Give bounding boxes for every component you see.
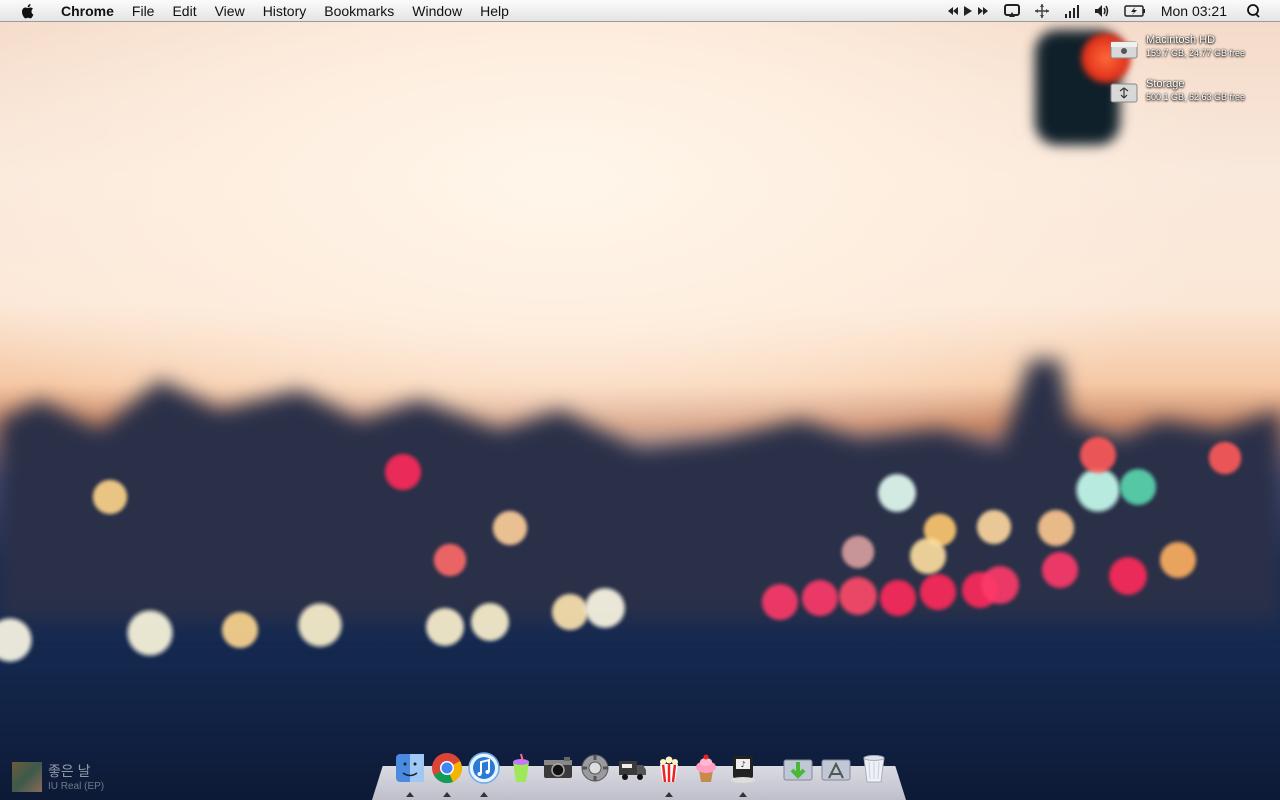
bokeh-light (837, 575, 879, 617)
volume-name: Macintosh HD (1146, 34, 1216, 46)
menubar-clock[interactable]: Mon 03:21 (1153, 3, 1239, 19)
camera-icon[interactable] (542, 752, 574, 784)
menu-bookmarks[interactable]: Bookmarks (315, 0, 403, 22)
menu-view[interactable]: View (206, 0, 254, 22)
status-area: Mon 03:21 (941, 0, 1280, 22)
svg-text:♪: ♪ (740, 760, 745, 769)
signal-bars-icon[interactable] (1057, 0, 1087, 22)
bokeh-light (424, 606, 466, 648)
airplay-icon[interactable] (997, 0, 1027, 22)
bokeh-light (975, 508, 1013, 546)
now-playing-widget: 좋은 날 IU Real (EP) (12, 761, 104, 792)
popcorn-icon[interactable] (653, 752, 685, 784)
cupcake-icon[interactable] (690, 752, 722, 784)
bokeh-light (840, 534, 876, 570)
downloads-stack-icon[interactable] (782, 752, 814, 784)
ipod-icon[interactable]: ♪ (727, 752, 759, 784)
slushie-icon[interactable] (505, 752, 537, 784)
desktop-volume-storage[interactable]: Storage 500.1 GB, 62.63 GB free (1110, 78, 1270, 112)
media-controls-icon[interactable] (941, 0, 997, 22)
finder-icon[interactable] (394, 752, 426, 784)
now-playing-artist: IU Real (EP) (48, 781, 105, 792)
itunes-icon[interactable] (468, 752, 500, 784)
bokeh-light (1078, 435, 1118, 475)
network-icon[interactable] (1027, 0, 1057, 22)
bokeh-light (918, 572, 958, 612)
bokeh-light (1118, 467, 1158, 507)
bokeh-light (1036, 508, 1076, 548)
truck-icon[interactable] (616, 752, 648, 784)
menu-help[interactable]: Help (471, 0, 518, 22)
running-indicator (443, 792, 451, 797)
bokeh-light (1158, 540, 1198, 580)
album-art (12, 761, 42, 792)
bokeh-light (0, 616, 34, 664)
bokeh-light (469, 601, 511, 643)
now-playing-title: 좋은 날 (48, 763, 91, 779)
volume-info: 500.1 GB, 62.63 GB free (1146, 92, 1246, 102)
volume-icon[interactable] (1087, 0, 1117, 22)
battery-icon[interactable] (1117, 0, 1153, 22)
menu-history[interactable]: History (254, 0, 316, 22)
chrome-icon[interactable] (431, 752, 463, 784)
running-indicator (739, 792, 747, 797)
spotlight-icon[interactable] (1239, 0, 1280, 22)
running-indicator (665, 792, 673, 797)
bokeh-light (220, 610, 260, 650)
menu-window[interactable]: Window (403, 0, 471, 22)
bokeh-light (91, 478, 129, 516)
apple-menu-icon[interactable] (16, 3, 38, 19)
running-indicator (480, 792, 488, 797)
bokeh-light (1207, 440, 1243, 476)
running-indicator (406, 792, 414, 797)
bokeh-light (491, 509, 529, 547)
system-preferences-icon[interactable] (579, 752, 611, 784)
bokeh-light (800, 578, 840, 618)
bokeh-light (432, 542, 468, 578)
desktop-volume-macintosh-hd[interactable]: Macintosh HD 159.7 GB, 24.77 GB free (1110, 34, 1270, 68)
bokeh-light (878, 578, 918, 618)
bokeh-light (876, 472, 918, 514)
menu-file[interactable]: File (123, 0, 164, 22)
bokeh-light (908, 536, 948, 576)
trash-icon[interactable] (858, 752, 890, 784)
bokeh-light (1107, 555, 1149, 597)
volume-name: Storage (1146, 78, 1185, 90)
menubar: Chrome File Edit View History Bookmarks … (0, 0, 1280, 22)
bokeh-light (760, 582, 800, 622)
bokeh-light (296, 601, 344, 649)
applications-stack-icon[interactable] (820, 752, 852, 784)
bokeh-light (583, 586, 627, 630)
menu-edit[interactable]: Edit (163, 0, 205, 22)
bokeh-light (125, 608, 175, 658)
usb-drive-icon (1110, 80, 1138, 104)
bokeh-light (383, 452, 423, 492)
bokeh-light (979, 564, 1021, 606)
bokeh-light (1040, 550, 1080, 590)
app-menu[interactable]: Chrome (52, 0, 123, 22)
volume-info: 159.7 GB, 24.77 GB free (1146, 48, 1246, 58)
harddrive-icon (1110, 36, 1138, 60)
